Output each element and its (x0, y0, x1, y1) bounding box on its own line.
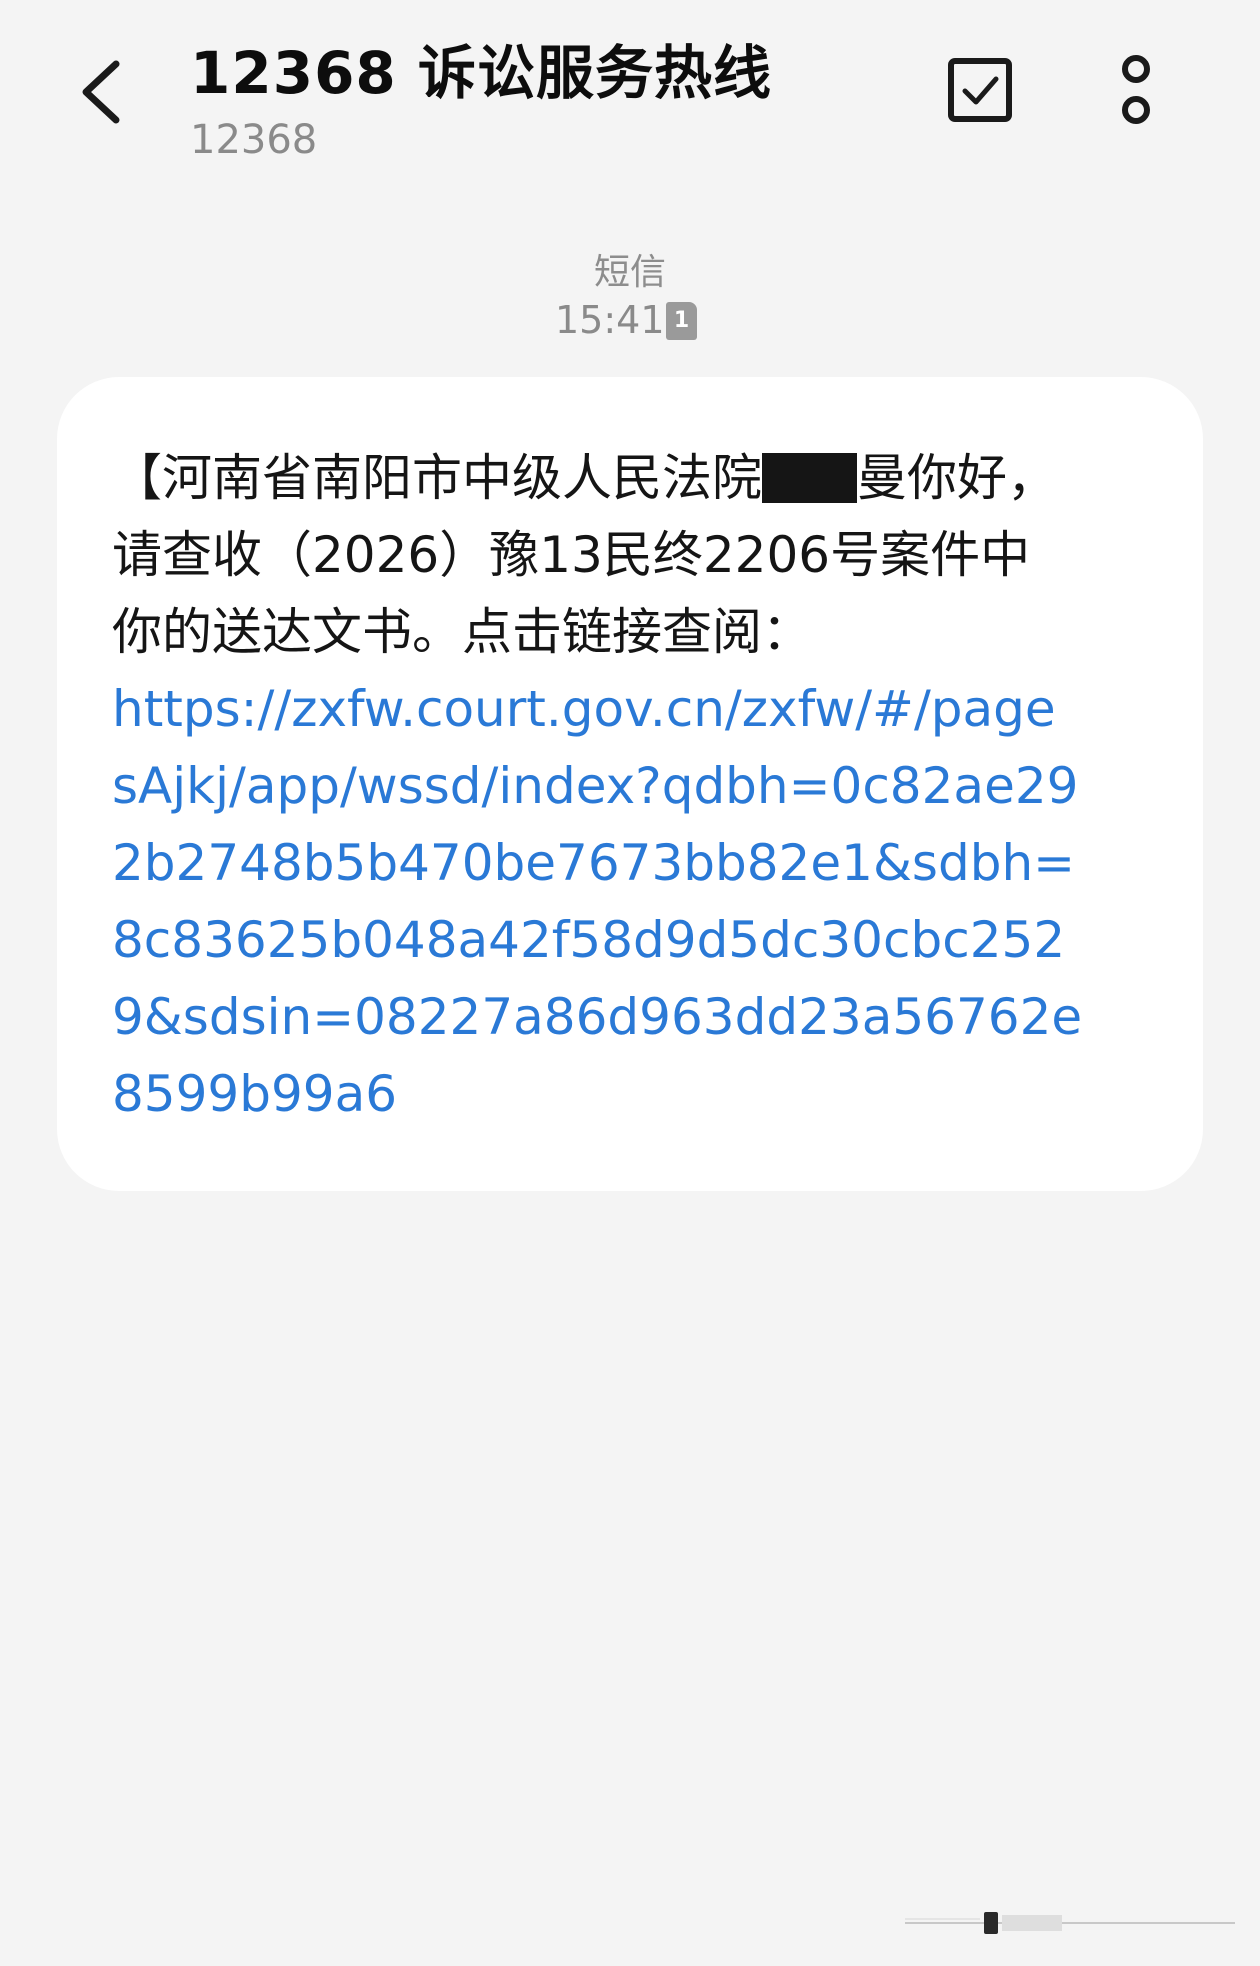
scroll-position-indicator (900, 1908, 1240, 1938)
conversation-title: 12368 诉讼服务热线 (190, 39, 772, 107)
message-line-1: 【河南省南阳市中级人民法院 曼你好， (112, 440, 1152, 517)
document-link-line[interactable]: sAjkj/app/wssd/index?qdbh=0c82ae29 (112, 748, 1152, 825)
document-link-line[interactable]: 8599b99a6 (112, 1056, 1152, 1133)
message-timestamp: 15:41 (555, 298, 665, 342)
sender-number: 12368 (190, 117, 318, 163)
message-line-2: 请查收（2026）豫13民终2206号案件中 (112, 526, 1031, 584)
top-bar: 12368 诉讼服务热线 12368 (0, 0, 1260, 200)
more-options-button[interactable] (1110, 52, 1162, 132)
sim-card-icon: 1 (666, 302, 697, 340)
checkbox-icon (948, 58, 1012, 122)
document-link-line[interactable]: 8c83625b048a42f58d9d5dc30cbc252 (112, 902, 1152, 979)
document-link-line[interactable]: https://zxfw.court.gov.cn/zxfw/#/page (112, 671, 1152, 748)
back-arrow-icon (82, 60, 120, 124)
message-body: 【河南省南阳市中级人民法院 曼你好， 请查收（2026）豫13民终2206号案件中… (112, 440, 1152, 1133)
select-messages-button[interactable] (945, 55, 1017, 127)
message-greeting-end: 曼你好， (857, 449, 1057, 507)
message-line-3: 你的送达文书。点击链接查阅： (112, 603, 812, 661)
message-greeting-start: 【河南省南阳市中级人民法院 (112, 449, 762, 507)
document-link-line[interactable]: 9&sdsin=08227a86d963dd23a56762e (112, 979, 1152, 1056)
message-type-label: 短信 (593, 252, 666, 293)
more-vertical-icon (1122, 55, 1150, 124)
back-button[interactable] (70, 50, 140, 130)
document-link-line[interactable]: 2b2748b5b470be7673bb82e1&sdbh= (112, 825, 1152, 902)
redacted-name (762, 453, 857, 503)
